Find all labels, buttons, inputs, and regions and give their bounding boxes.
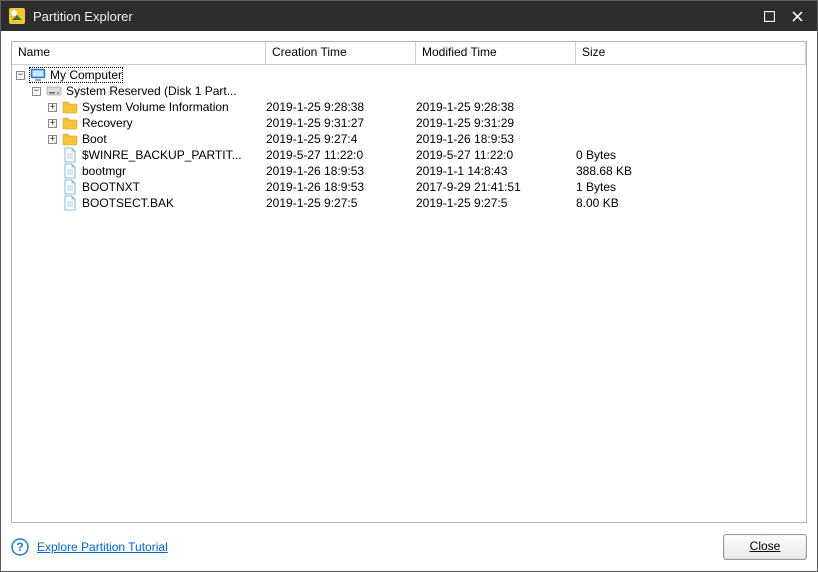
item-label: BOOTSECT.BAK xyxy=(82,195,174,211)
computer-icon xyxy=(30,67,46,83)
item-label: bootmgr xyxy=(82,163,126,179)
column-header-ctime[interactable]: Creation Time xyxy=(266,42,416,64)
cell-mtime: 2019-1-25 9:31:29 xyxy=(416,115,576,131)
column-header-mtime[interactable]: Modified Time xyxy=(416,42,576,64)
cell-mtime: 2019-1-1 14:8:43 xyxy=(416,163,576,179)
cell-size: 0 Bytes xyxy=(576,147,806,163)
file-icon xyxy=(62,147,78,163)
file-icon xyxy=(62,179,78,195)
window: Partition Explorer Name Creation Time Mo… xyxy=(0,0,818,572)
expand-icon[interactable]: + xyxy=(48,135,57,144)
file-icon xyxy=(62,195,78,211)
cell-ctime: 2019-1-25 9:27:5 xyxy=(266,195,416,211)
item-label: System Reserved (Disk 1 Part... xyxy=(66,83,237,99)
column-headers: Name Creation Time Modified Time Size xyxy=(12,42,806,65)
tree-disk[interactable]: − System Reserved (Disk 1 Part... xyxy=(12,83,806,99)
cell-mtime: 2019-5-27 11:22:0 xyxy=(416,147,576,163)
cell-ctime: 2019-1-26 18:9:53 xyxy=(266,163,416,179)
help-icon[interactable] xyxy=(11,538,29,556)
titlebar[interactable]: Partition Explorer xyxy=(1,1,817,31)
item-label: My Computer xyxy=(50,67,122,83)
item-label: Boot xyxy=(82,131,107,147)
close-window-button[interactable] xyxy=(783,4,811,28)
close-button[interactable]: Close xyxy=(723,534,807,560)
cell-mtime: 2019-1-25 9:27:5 xyxy=(416,195,576,211)
footer: Explore Partition Tutorial Close xyxy=(11,523,807,563)
tree-item[interactable]: bootmgr 2019-1-26 18:9:532019-1-1 14:8:43… xyxy=(12,163,806,179)
folder-icon xyxy=(62,131,78,147)
cell-ctime: 2019-1-25 9:27:4 xyxy=(266,131,416,147)
folder-icon xyxy=(62,99,78,115)
item-label: BOOTNXT xyxy=(82,179,140,195)
cell-ctime: 2019-1-25 9:31:27 xyxy=(266,115,416,131)
tree-item[interactable]: + Recovery 2019-1-25 9:31:272019-1-25 9:31… xyxy=(12,115,806,131)
cell-ctime: 2019-5-27 11:22:0 xyxy=(266,147,416,163)
content-area: Name Creation Time Modified Time Size −M… xyxy=(1,31,817,571)
item-label: System Volume Information xyxy=(82,99,229,115)
window-title: Partition Explorer xyxy=(33,9,755,24)
expand-icon[interactable]: + xyxy=(48,119,57,128)
cell-mtime: 2017-9-29 21:41:51 xyxy=(416,179,576,195)
tree-item[interactable]: + Boot 2019-1-25 9:27:42019-1-26 18:9:53 xyxy=(12,131,806,147)
collapse-icon[interactable]: − xyxy=(32,87,41,96)
cell-ctime: 2019-1-25 9:28:38 xyxy=(266,99,416,115)
cell-size: 8.00 KB xyxy=(576,195,806,211)
tree-item[interactable]: $WINRE_BACKUP_PARTIT... 2019-5-27 11:22:0… xyxy=(12,147,806,163)
cell-size: 1 Bytes xyxy=(576,179,806,195)
file-grid: Name Creation Time Modified Time Size −M… xyxy=(11,41,807,523)
cell-ctime: 2019-1-26 18:9:53 xyxy=(266,179,416,195)
file-icon xyxy=(62,163,78,179)
tree-view[interactable]: −My Computer−System Reserved (Disk 1 Par… xyxy=(12,65,806,522)
tutorial-link[interactable]: Explore Partition Tutorial xyxy=(37,540,168,554)
column-header-size[interactable]: Size xyxy=(576,42,806,64)
tree-item[interactable]: BOOTNXT 2019-1-26 18:9:532017-9-29 21:41:… xyxy=(12,179,806,195)
expand-icon[interactable]: + xyxy=(48,103,57,112)
cell-size: 388.68 KB xyxy=(576,163,806,179)
item-label: Recovery xyxy=(82,115,133,131)
tree-item[interactable]: BOOTSECT.BAK 2019-1-25 9:27:52019-1-25 9:… xyxy=(12,195,806,211)
column-header-name[interactable]: Name xyxy=(12,42,266,64)
collapse-icon[interactable]: − xyxy=(16,71,25,80)
maximize-button[interactable] xyxy=(755,4,783,28)
cell-mtime: 2019-1-25 9:28:38 xyxy=(416,99,576,115)
cell-mtime: 2019-1-26 18:9:53 xyxy=(416,131,576,147)
tree-item[interactable]: + System Volume Information 2019-1-25 9:28… xyxy=(12,99,806,115)
app-icon xyxy=(9,8,25,24)
folder-icon xyxy=(62,115,78,131)
item-label: $WINRE_BACKUP_PARTIT... xyxy=(82,147,242,163)
tree-root[interactable]: − My Computer xyxy=(12,67,806,83)
drive-icon xyxy=(46,83,62,99)
